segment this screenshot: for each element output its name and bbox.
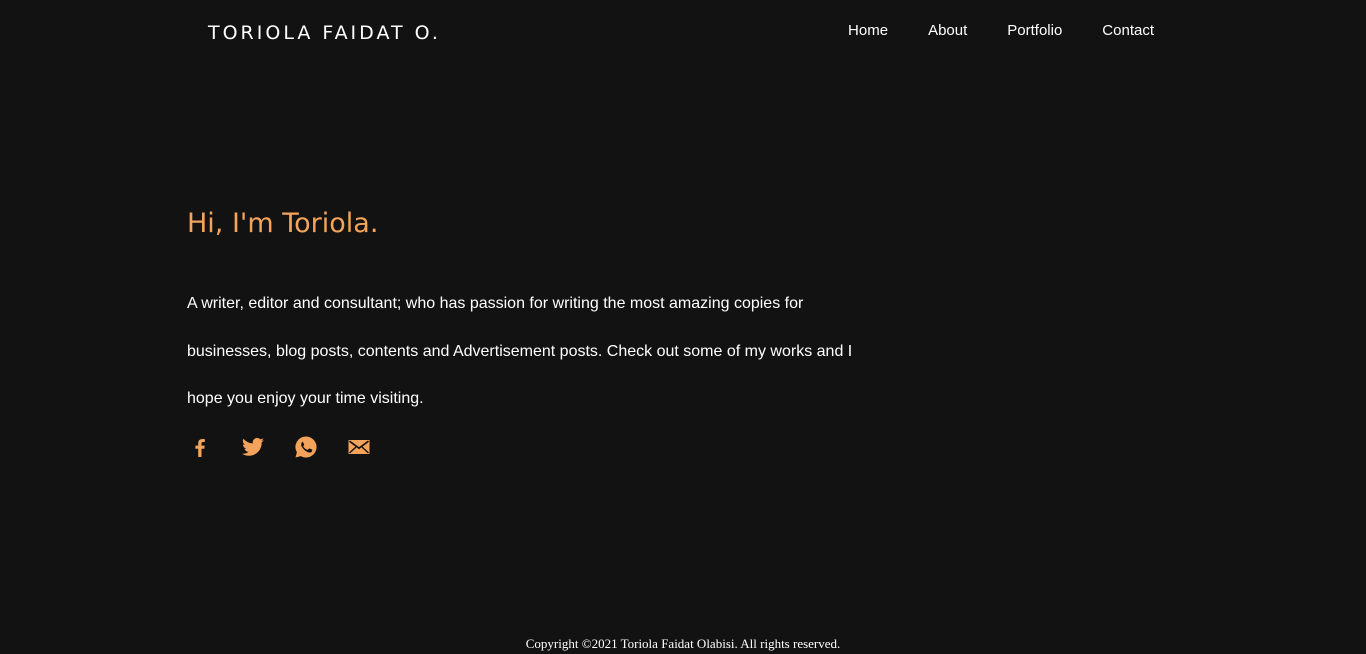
social-links [187,434,372,460]
nav-portfolio[interactable]: Portfolio [1007,22,1062,39]
site-brand[interactable]: TORIOLA FAIDAT O. [208,22,441,44]
twitter-icon[interactable] [240,434,266,460]
nav-home[interactable]: Home [848,22,888,39]
nav-about[interactable]: About [928,22,967,39]
copyright-footer: Copyright ©2021 Toriola Faidat Olabisi. … [525,636,841,651]
hero-title: Hi, I'm Toriola. [187,208,379,239]
facebook-icon[interactable] [187,434,213,460]
mail-icon[interactable] [346,434,372,460]
hero-description: A writer, editor and consultant; who has… [187,295,853,407]
whatsapp-icon[interactable] [293,434,319,460]
main-nav: Home About Portfolio Contact [848,22,1154,39]
nav-contact[interactable]: Contact [1102,22,1154,39]
